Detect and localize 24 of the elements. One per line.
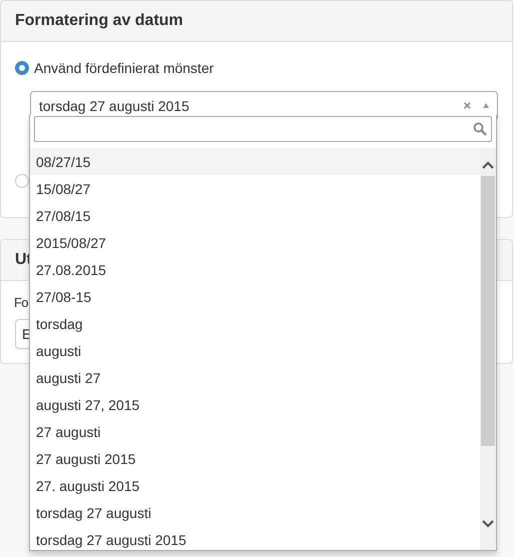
panel-title: Formatering av datum [1,1,512,42]
dropdown-option[interactable]: augusti 27, 2015 [30,391,480,418]
dropdown-option[interactable]: 27 augusti [30,418,480,445]
dropdown-option[interactable]: augusti [30,337,480,364]
clear-button[interactable]: × [463,98,471,113]
search-icon [473,122,487,136]
dropdown-option[interactable]: 27 augusti 2015 [30,445,480,472]
radio-button[interactable] [15,174,29,188]
dropdown-option[interactable]: 27/08-15 [30,283,480,310]
dropdown-option[interactable]: 15/08/27 [30,175,480,202]
field-label: Fo [14,295,28,312]
dropdown-option[interactable]: 08/27/15 [30,148,480,175]
scroll-thumb[interactable] [481,176,495,446]
dropdown-option[interactable]: torsdag [30,310,480,337]
dropdown-option[interactable]: torsdag 27 augusti 2015 [30,526,480,550]
radio-button[interactable] [15,61,29,75]
radio-label: Använd fördefinierat mönster [34,60,214,76]
dropdown-option[interactable]: 27.08.2015 [30,256,480,283]
dropdown-option[interactable]: 27/08/15 [30,202,480,229]
dropdown-option[interactable]: torsdag 27 augusti [30,499,480,526]
dropdown-option[interactable]: augusti 27 [30,364,480,391]
dropdown-option[interactable]: 27. augusti 2015 [30,472,480,499]
search-field[interactable] [34,116,492,142]
scrollbar[interactable] [480,148,496,550]
